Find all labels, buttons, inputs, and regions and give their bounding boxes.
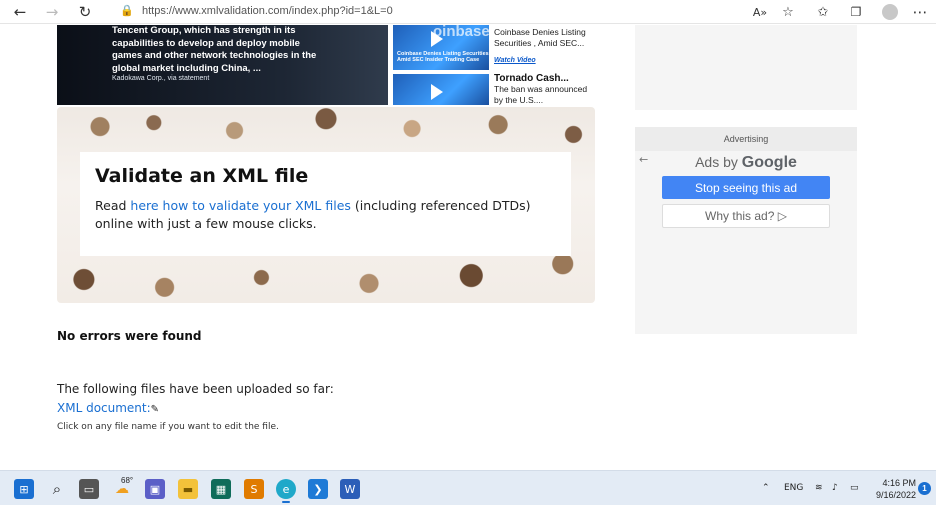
validation-status: No errors were found <box>57 329 202 343</box>
clock[interactable]: 4:16 PM 9/16/2022 <box>872 477 916 501</box>
story-body: The ban was announced by the U.S.... <box>494 84 588 105</box>
active-app-indicator <box>282 501 290 503</box>
file-link-text[interactable]: XML document: <box>57 401 151 415</box>
validate-howto-link[interactable]: here how to validate your XML files <box>130 198 351 213</box>
xml-document-link[interactable]: XML document:✎ <box>57 401 159 415</box>
edit-hint: Click on any file name if you want to ed… <box>57 422 279 432</box>
story-title[interactable]: Coinbase Denies Listing Securities , Ami… <box>494 27 594 49</box>
news-thumb-coinbase[interactable]: oinbase Coinbase Denies Listing Securiti… <box>393 25 489 70</box>
lock-icon[interactable]: 🔒 <box>120 4 134 17</box>
clock-time[interactable]: 4:16 PM <box>872 477 916 489</box>
play-icon[interactable] <box>431 31 443 47</box>
volume-icon[interactable]: ♪ <box>832 483 838 493</box>
thumb-caption: Coinbase Denies Listing Securities Amid … <box>397 51 489 63</box>
task-view-icon[interactable]: ▭ <box>79 479 99 499</box>
vscode-icon[interactable]: ❯ <box>308 479 328 499</box>
favorite-add-icon[interactable]: ☆ <box>778 2 798 22</box>
play-icon[interactable] <box>431 84 443 100</box>
story-title[interactable]: Tornado Cash... <box>494 73 594 84</box>
profile-icon[interactable] <box>880 2 900 22</box>
more-icon[interactable]: ⋯ <box>910 2 930 22</box>
ad-slot: Advertising ← Ads by Google Stop seeing … <box>635 127 857 334</box>
uploaded-files-label: The following files have been uploaded s… <box>57 382 334 396</box>
clock-date[interactable]: 9/16/2022 <box>872 489 916 501</box>
address-bar[interactable]: 🔒 https://www.xmlvalidation.com/index.ph… <box>106 1 746 23</box>
news-main-credit: Kadokawa Corp., via statement <box>112 75 210 82</box>
news-story-coinbase[interactable]: Coinbase Denies Listing Securities , Ami… <box>494 27 594 67</box>
ad-slot-top <box>635 25 857 110</box>
google-logo-text: Google <box>741 154 797 171</box>
banner-text-before: Read <box>95 198 131 213</box>
watch-video-link[interactable]: Watch Video <box>494 57 536 64</box>
banner-text: Read here how to validate your XML files… <box>95 197 555 233</box>
battery-icon[interactable]: ▭ <box>850 483 859 493</box>
url-text[interactable]: https://www.xmlvalidation.com/index.php?… <box>142 5 393 17</box>
browser-toolbar: ← → ↻ 🔒 https://www.xmlvalidation.com/in… <box>0 0 936 24</box>
collections-icon[interactable]: ❐ <box>846 2 866 22</box>
windows-taskbar: ⊞ ⌕ ▭ ☁ 68° ▣ ▬ ▦ S e ❯ W ⌃ ENG ≋ ♪ ▭ 4:… <box>0 470 936 505</box>
ad-label: Advertising <box>635 127 857 151</box>
weather-temp[interactable]: 68° <box>121 476 133 485</box>
stop-seeing-ad-button[interactable]: Stop seeing this ad <box>662 176 830 199</box>
read-aloud-icon[interactable]: A» <box>750 2 770 22</box>
page-content: Tencent Group, which has strength in its… <box>0 25 936 470</box>
refresh-icon[interactable]: ↻ <box>75 2 95 22</box>
why-this-ad-button[interactable]: Why this ad? ▷ <box>662 204 830 228</box>
validate-banner: Validate an XML file Read here how to va… <box>57 107 595 303</box>
sublime-icon[interactable]: S <box>244 479 264 499</box>
store-icon[interactable]: ▦ <box>211 479 231 499</box>
language-indicator[interactable]: ENG <box>784 483 803 493</box>
back-icon[interactable]: ← <box>10 2 30 22</box>
start-icon[interactable]: ⊞ <box>14 479 34 499</box>
search-icon[interactable]: ⌕ <box>47 479 67 499</box>
ads-by-text: Ads by <box>695 154 738 170</box>
news-main-headline[interactable]: Tencent Group, which has strength in its… <box>112 25 322 75</box>
edge-icon[interactable]: e <box>276 479 296 499</box>
news-main-story[interactable]: Tencent Group, which has strength in its… <box>57 25 388 105</box>
news-story-tornado[interactable]: Tornado Cash... The ban was announced by… <box>494 73 594 106</box>
chat-icon[interactable]: ▣ <box>145 479 165 499</box>
page-title: Validate an XML file <box>95 165 309 187</box>
file-explorer-icon[interactable]: ▬ <box>178 479 198 499</box>
word-icon[interactable]: W <box>340 479 360 499</box>
edit-pencil-icon[interactable]: ✎ <box>151 404 159 415</box>
wifi-icon[interactable]: ≋ <box>815 483 823 493</box>
forward-icon[interactable]: → <box>42 2 62 22</box>
news-thumb-tornado[interactable] <box>393 74 489 105</box>
chevron-up-icon[interactable]: ⌃ <box>762 483 770 493</box>
notification-badge[interactable]: 1 <box>918 482 931 495</box>
favorites-icon[interactable]: ✩ <box>813 2 833 22</box>
banner-card: Validate an XML file Read here how to va… <box>80 152 571 256</box>
ads-by-google: Ads by Google <box>635 154 857 172</box>
